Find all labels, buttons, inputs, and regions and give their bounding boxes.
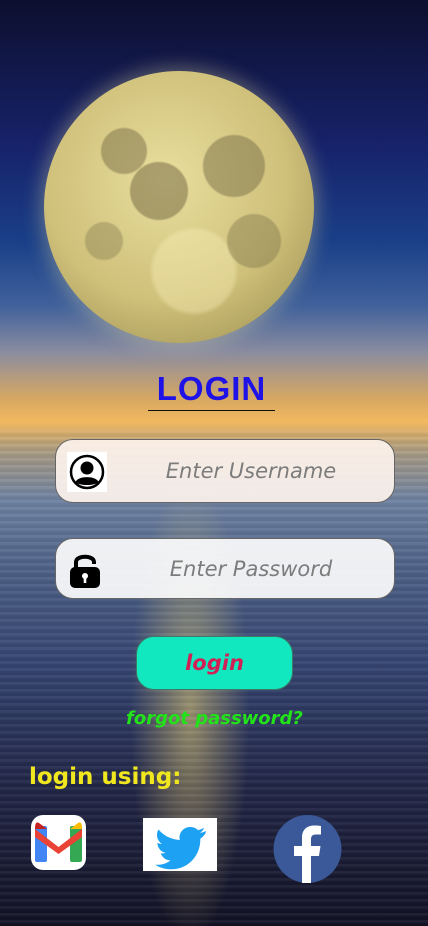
username-input[interactable] xyxy=(116,440,386,502)
page-title: LOGIN xyxy=(148,370,275,411)
twitter-icon[interactable] xyxy=(143,818,217,871)
login-button[interactable]: login xyxy=(136,636,293,690)
username-field xyxy=(55,439,395,503)
password-field xyxy=(55,538,395,599)
password-input[interactable] xyxy=(116,539,386,598)
moon-image xyxy=(44,71,314,343)
user-icon xyxy=(67,452,107,492)
forgot-password-link[interactable]: forgot password? xyxy=(126,708,303,729)
gmail-icon[interactable] xyxy=(31,815,86,870)
social-login-heading: login using: xyxy=(29,764,182,790)
lock-icon xyxy=(68,551,102,589)
facebook-icon[interactable] xyxy=(273,815,342,883)
